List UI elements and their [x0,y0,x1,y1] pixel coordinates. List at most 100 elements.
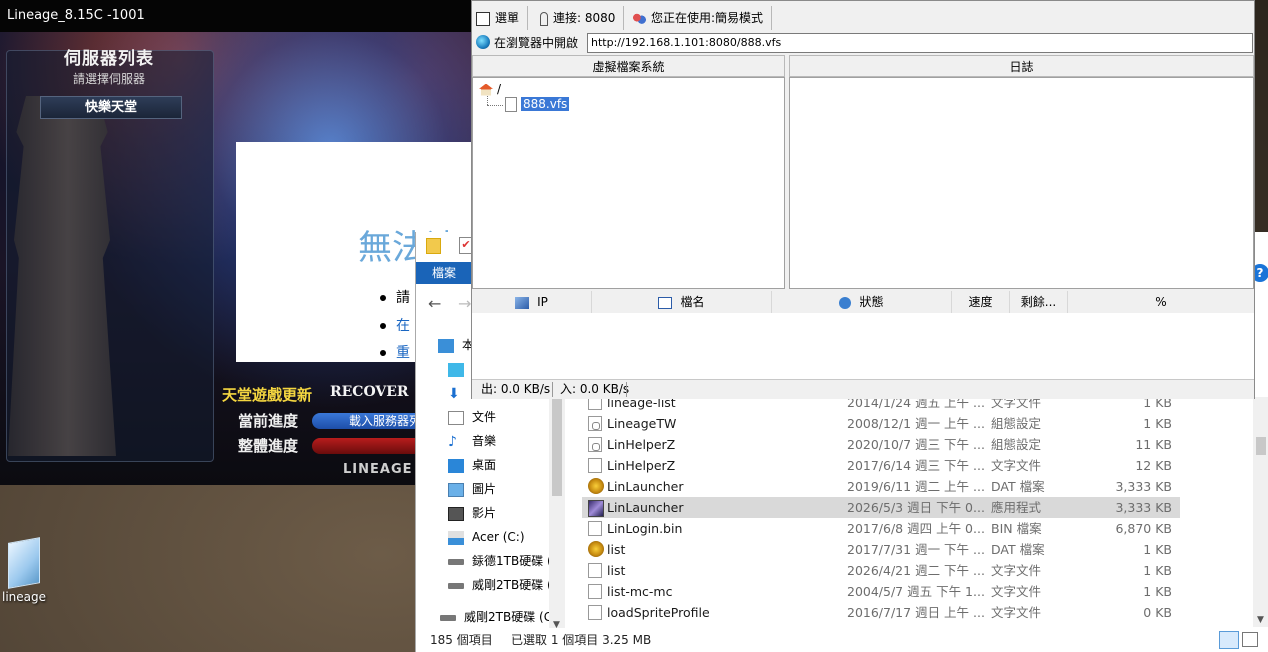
list-item[interactable]: list 2026/4/21 週二 下午 ... 文字文件 1 KB [582,560,1180,581]
hfs-toolbar: 選單 連接: 8080 您正在使用:簡易模式 [472,6,1254,30]
file-icon [505,97,517,112]
downloads-icon: ⬇ [448,385,460,402]
http-file-server-window: 選單 連接: 8080 您正在使用:簡易模式 在瀏覽器中開啟 http://19… [471,0,1255,399]
documents-icon [448,410,464,425]
dat-file-icon [588,541,604,557]
file-window-icon [658,296,673,309]
column-speed[interactable]: 速度 [952,291,1010,313]
text-file-icon [588,521,602,536]
error-link[interactable]: 重 [380,342,410,362]
menu-button[interactable]: 選單 [476,6,529,30]
drive-c-icon [448,530,464,545]
text-file-icon [588,458,602,473]
forward-arrow-icon[interactable]: → [458,294,471,313]
tab-file[interactable]: 檔案 [416,262,472,284]
back-arrow-icon[interactable]: ← [428,294,441,313]
details-view-icon[interactable] [1219,631,1239,649]
scroll-down-icon[interactable]: ▼ [1257,615,1264,625]
text-file-icon [588,584,602,599]
column-status[interactable]: 狀態 [772,291,952,313]
column-remaining[interactable]: 剩餘... [1010,291,1068,313]
hfs-status-bar: 出: 0.0 KB/s 入: 0.0 KB/s [472,379,1254,399]
application-icon [588,500,604,517]
menu-icon [476,11,490,26]
sidebar-item-videos[interactable]: 影片 [448,502,496,524]
status-bar: 185 個項目 已選取 1 個項目 3.25 MB [416,628,1268,652]
computer-icon [438,338,454,353]
sidebar-item-drive-g2[interactable]: 威剛2TB硬碟 (G: [440,606,557,628]
server-list-title: 伺服器列表 [64,49,154,69]
list-item[interactable]: LinLauncher 2019/6/11 週二 上午 ... DAT 檔案 3,33… [582,476,1180,497]
column-ip[interactable]: IP [472,291,592,313]
port-button[interactable]: 連接: 8080 [540,6,625,30]
tree-item-file[interactable]: 888.vfs [505,96,571,112]
sidebar-item-drive-f[interactable]: 銾德1TB硬碟 (F [448,550,559,572]
desktop-shortcut-label: lineage [1,590,46,604]
sidebar-item-pictures[interactable]: 圖片 [448,478,496,500]
text-file-icon [588,605,602,620]
current-progress-label: 當前進度 [238,412,299,430]
tree-root[interactable]: / [479,82,501,96]
config-file-icon [588,437,602,452]
list-item[interactable]: LinHelperZ 2017/6/14 週三 下午 ... 文字文件 12 KB [582,455,1180,476]
url-field[interactable]: http://192.168.1.101:8080/888.vfs [587,33,1253,53]
overall-progress-label: 整體進度 [238,437,299,455]
dat-file-icon [588,478,604,494]
item-count: 185 個項目 [430,633,493,647]
large-icons-view-icon[interactable] [1242,632,1258,647]
server-list-subtitle: 請選擇伺服器 [72,72,145,86]
column-filename[interactable]: 檔名 [592,291,772,313]
vfs-pane-header: 虛擬檔案系統 [472,55,785,77]
virtual-file-system-tree[interactable]: / 888.vfs [472,77,785,289]
log-pane[interactable] [789,77,1254,289]
drive-icon [448,582,464,589]
incoming-speed: 入: 0.0 KB/s [560,382,630,396]
drive-icon [448,558,464,565]
file-list-scrollbar[interactable]: ▼ [1253,397,1268,627]
game-update-label: 天堂遊戲更新 [222,386,313,404]
list-item[interactable]: LinHelperZ 2020/10/7 週三 下午 ... 組態設定 11 KB [582,434,1180,455]
error-item: 請 [380,287,410,307]
open-in-browser-button[interactable]: 在瀏覽器中開啟 [494,31,578,55]
videos-icon [448,506,464,521]
game-launcher-window: Lineage_8.15C -1001 伺服器列表 請選擇伺服器 快樂天堂 無法… [0,0,472,485]
selection-info: 已選取 1 個項目 3.25 MB [511,633,652,647]
sidebar-item-desktop[interactable]: 桌面 [448,454,496,476]
game-window-title: Lineage_8.15C -1001 [0,0,472,32]
mode-button[interactable]: 您正在使用:簡易模式 [632,6,773,30]
folder-icon[interactable] [426,238,441,254]
outgoing-speed: 出: 0.0 KB/s [481,382,551,396]
list-item[interactable]: loadSpriteProfile 2016/7/17 週日 上午 ... 文字文件… [582,602,1180,623]
sidebar-item-drive-c[interactable]: Acer (C:) [448,526,525,548]
recover-button[interactable]: RECOVER [330,384,409,400]
3d-objects-icon [448,362,464,377]
column-percent[interactable]: % [1068,291,1254,313]
connections-header: IP 檔名 狀態 速度 剩餘... % [472,291,1254,313]
sidebar-item-this-pc[interactable]: 本 [438,334,474,356]
server-item-happy-lineage[interactable]: 快樂天堂 [40,96,182,119]
file-list: lineage-list 2014/1/24 週五 上午 ... 文字文件 1 KB … [582,392,1258,626]
list-item[interactable]: LinLogin.bin 2017/6/8 週四 上午 0... BIN 檔案 6,8… [582,518,1180,539]
error-link[interactable]: 在 [380,315,410,335]
list-item[interactable]: list 2017/7/31 週一 下午 ... DAT 檔案 1 KB [582,539,1180,560]
list-item-selected[interactable]: LinLauncher 2026/5/3 週日 下午 0... 應用程式 3,333 … [582,497,1180,518]
info-icon [839,296,852,309]
log-pane-header: 日誌 [789,55,1254,77]
music-icon: ♪ [448,433,457,450]
sidebar-item-documents[interactable]: 文件 [448,406,496,428]
port-plug-icon [540,11,548,26]
text-file-icon [588,563,602,578]
url-row: 在瀏覽器中開啟 http://192.168.1.101:8080/888.vf… [472,31,1254,55]
scrollbar-thumb[interactable] [1256,437,1266,455]
list-item[interactable]: LineageTW 2008/12/1 週一 上午 ... 組態設定 1 KB [582,413,1180,434]
config-file-icon [588,416,602,431]
pictures-icon [448,482,464,497]
sidebar-item-drive-g[interactable]: 威剛2TB硬碟 (G [448,574,561,596]
users-icon [632,11,646,26]
connections-list[interactable] [472,313,1254,379]
list-item[interactable]: list-mc-mc 2004/5/7 週五 下午 1... 文字文件 1 KB [582,581,1180,602]
lineage-logo: LINEAGE [343,462,413,477]
desktop-shortcut-lineage[interactable]: lineage [0,537,48,604]
home-icon [479,83,493,96]
sidebar-item-music[interactable]: ♪ 音樂 [448,430,496,452]
